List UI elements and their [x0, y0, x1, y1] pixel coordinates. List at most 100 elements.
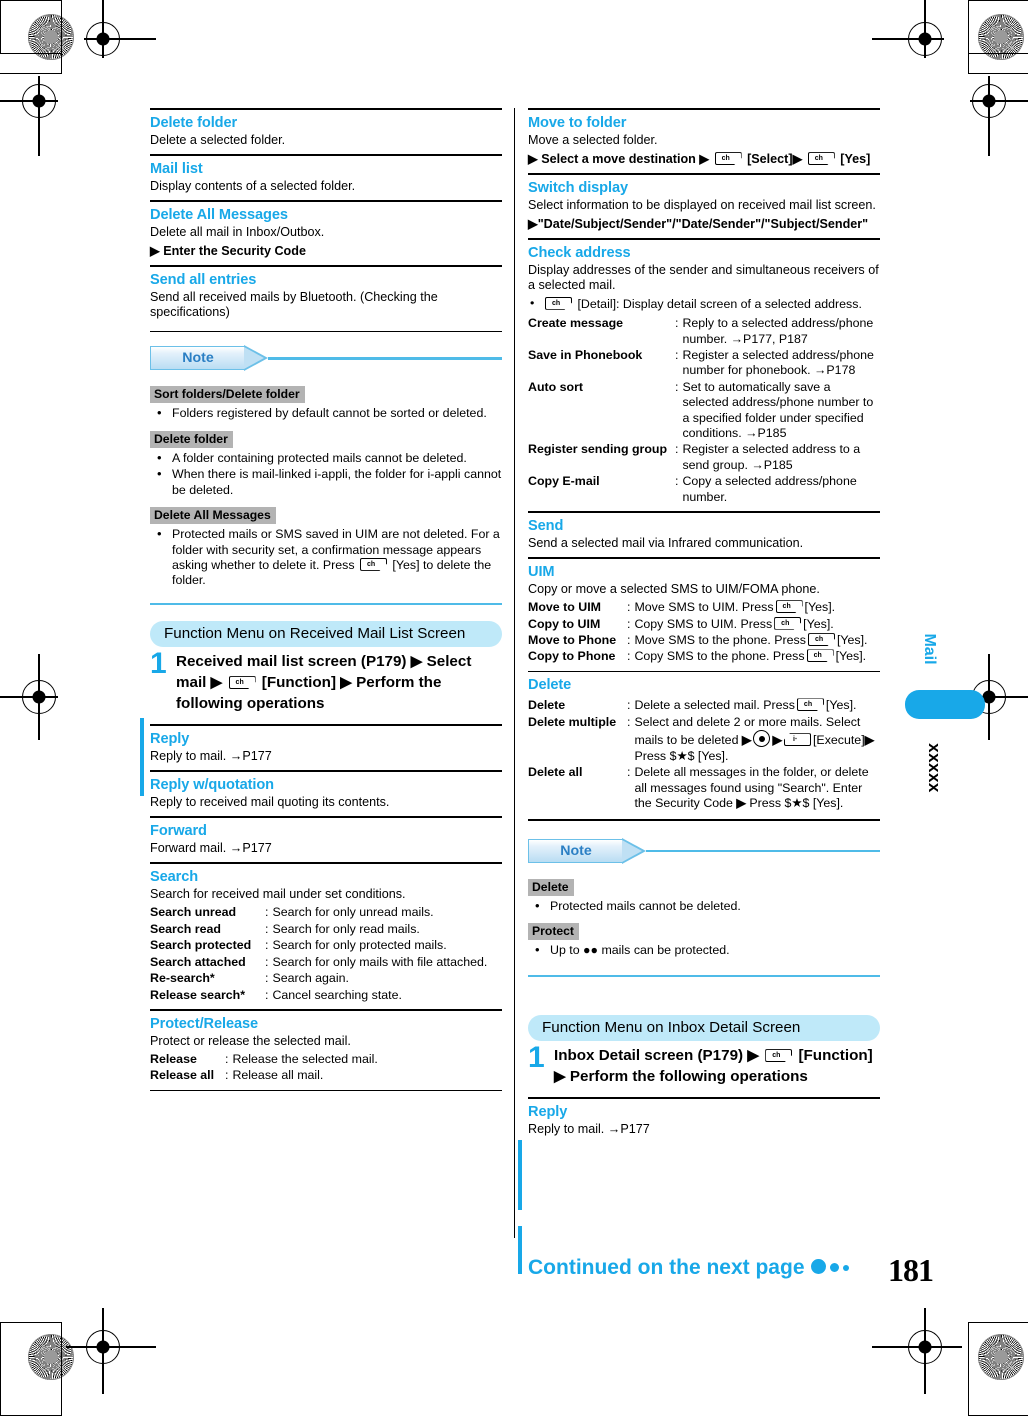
section-body: Reply to received mail quoting its conte…: [150, 794, 390, 809]
section-mail-list: Mail list Display contents of a selected…: [150, 161, 502, 195]
colon: :: [627, 633, 631, 648]
rule: [150, 1008, 502, 1011]
step-label: "Date/Subject/Sender"/"Date/Sender"/"Sub…: [537, 217, 869, 232]
colon: :: [675, 379, 679, 394]
list-item: Copy E-mail: Copy a selected address/phon…: [528, 474, 880, 505]
desc-post: Press $★$ [Yes].: [634, 748, 729, 763]
right-accent-bar: [518, 1140, 522, 1210]
option-desc: Register a selected address to a send gr…: [682, 442, 861, 472]
desc-post: Press $★$ [Yes].: [749, 795, 844, 810]
section-step: ▶ Select a move destination ▶ ch [Select…: [528, 151, 880, 167]
rule: [528, 819, 880, 821]
colon: :: [675, 348, 679, 362]
option-desc: Search for only protected mails.: [272, 938, 447, 953]
note-bullet-list: Up to ●● mails can be protected.: [528, 942, 880, 958]
option-label: Release search*: [150, 987, 246, 1002]
option-desc: Copy SMS to UIM. Press ch [Yes].: [634, 616, 880, 632]
rule: [150, 330, 502, 333]
uim-option-list: Move to UIM: Move SMS to UIM. Press ch [Yes…: [528, 600, 880, 665]
section-title: Protect/Release: [150, 1015, 259, 1032]
continued-label: Continued on the next page: [528, 1256, 805, 1279]
rule: [150, 265, 502, 267]
desc-post: [Yes].: [804, 600, 836, 615]
note-bullet: Folders registered by default cannot be …: [150, 405, 502, 421]
delete-option-list: Delete: Delete a selected mail. Press ch[…: [528, 698, 880, 811]
option-desc: Move SMS to UIM. Press ch [Yes].: [634, 600, 880, 615]
arrow-icon: ▶: [864, 733, 875, 748]
colon: :: [265, 921, 269, 936]
section-title: Switch display: [528, 179, 628, 196]
right-accent-bar-2: [518, 1226, 522, 1274]
section-title: UIM: [528, 563, 555, 580]
section-title: Send all entries: [150, 271, 257, 288]
list-item: Search protected: Search for only protect…: [150, 938, 502, 953]
option-label: Save in Phonebook: [528, 348, 643, 362]
section-body: Delete all mail in Inbox/Outbox.: [150, 224, 325, 239]
note-tag: Note: [528, 837, 646, 864]
option-label: Re-search*: [150, 971, 215, 986]
rule: [150, 770, 502, 772]
note-bullet-list: Protected mails cannot be deleted.: [528, 898, 880, 914]
list-item: Delete all: Delete all messages in the f…: [528, 765, 880, 811]
option-desc: Search for only unread mails.: [272, 905, 434, 920]
section-protect-release: Protect/Release Protect or release the s…: [150, 1016, 502, 1084]
function-key-icon: ch: [359, 557, 387, 571]
section-body: Reply to mail. →P177: [150, 748, 272, 763]
section-reply-inbox-detail: Reply Reply to mail. →P177: [528, 1104, 880, 1138]
rule: [150, 1089, 502, 1092]
rule: [528, 238, 880, 240]
step-part-3: [Function]: [261, 674, 337, 692]
side-tab-label: Mail: [921, 633, 938, 665]
step-1-inbox-detail: 1 Inbox Detail screen (P179) ▶ ch [Funct…: [528, 1043, 880, 1087]
function-key-icon: ch: [796, 698, 824, 712]
arrow-icon: ▶: [410, 653, 423, 671]
note-tag: Note: [150, 345, 268, 372]
footer-continued: Continued on the next page: [528, 1256, 928, 1280]
bullet-text: [Detail]: Display detail screen of a sel…: [577, 296, 862, 311]
rule: [150, 154, 502, 156]
arrow-icon: ▶: [554, 1068, 566, 1086]
option-label: Release all: [150, 1068, 215, 1083]
list-item: Delete: Delete a selected mail. Press ch[…: [528, 698, 880, 713]
section-title: Forward: [150, 822, 207, 839]
left-accent-bar: [140, 718, 144, 796]
desc-mid: [Execute]: [812, 733, 865, 748]
colon: :: [265, 987, 269, 1002]
rule: [150, 724, 502, 726]
note-tag-arrow-fill: [622, 839, 642, 862]
list-item: Release all: Release all mail.: [150, 1068, 502, 1083]
desc-pre: Copy SMS to the phone. Press: [634, 649, 805, 664]
section-body: Send all received mails by Bluetooth. (C…: [150, 289, 438, 320]
list-item: Release: Release the selected mail.: [150, 1052, 502, 1067]
execute-key-icon: i⋅: [783, 733, 811, 747]
desc-pre: Copy SMS to UIM. Press: [634, 616, 773, 631]
colon: :: [627, 600, 631, 615]
note-rule: [268, 357, 502, 360]
note-banner: Note: [528, 837, 880, 865]
step-part-1: Select a move destination: [541, 152, 696, 167]
list-item: Search read: Search for only read mails.: [150, 922, 502, 937]
option-label: Move to UIM: [528, 600, 601, 615]
step-part-1: Received mail list screen (P179): [176, 653, 407, 671]
colon: :: [627, 765, 631, 780]
function-key-icon: ch: [774, 616, 802, 630]
option-desc: Set to automatically save a selected add…: [682, 379, 874, 441]
note-group-label: Delete: [528, 878, 574, 896]
section-title: Reply: [528, 1103, 568, 1120]
colon: :: [627, 616, 631, 631]
list-item: Re-search*: Search again.: [150, 971, 502, 986]
step-part-3: [Yes]: [840, 152, 871, 167]
colon: :: [265, 971, 269, 986]
side-tab-code: xxxxx: [925, 743, 944, 793]
note-group-label: Delete folder: [150, 430, 233, 448]
note-bullet: Protected mails cannot be deleted.: [528, 898, 880, 914]
list-item: Copy to UIM: Copy SMS to UIM. Press ch [Yes…: [528, 616, 880, 632]
section-title: Reply: [150, 730, 190, 747]
section-title: Search: [150, 868, 199, 885]
manual-page: Delete folder Delete a selected folder. …: [0, 0, 1028, 1394]
option-desc: Release the selected mail.: [232, 1052, 378, 1067]
arrow-icon: ▶: [150, 244, 160, 259]
section-reply-with-quotation: Reply w/quotation Reply to received mail…: [150, 777, 502, 811]
list-item: Register sending group: Register a select…: [528, 442, 880, 473]
option-label: Delete: [528, 698, 566, 713]
